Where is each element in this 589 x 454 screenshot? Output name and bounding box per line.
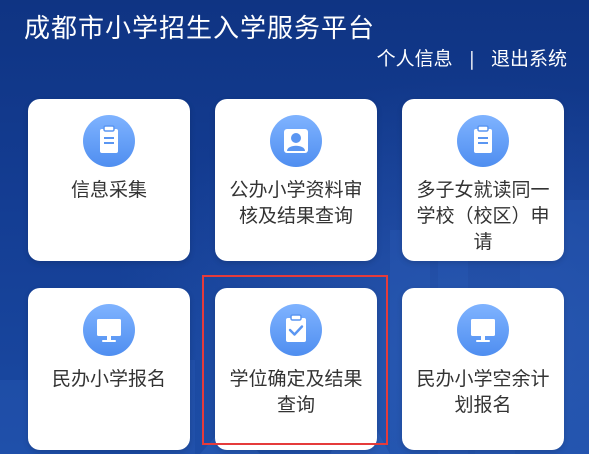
logout-link[interactable]: 退出系统 [491,46,567,72]
header-separator: | [468,48,475,70]
siblings-same-school-card[interactable]: 多子女就读同一学校（校区）申请 [402,99,564,261]
clipboard-icon [457,115,509,167]
clipboard-check-icon [270,304,322,356]
monitor-icon [457,304,509,356]
card-label: 多子女就读同一学校（校区）申请 [416,179,550,253]
monitor-icon [83,304,135,356]
card-label: 民办小学报名 [51,368,166,390]
card-label: 公办小学资料审核及结果查询 [229,179,363,227]
personal-info-link[interactable]: 个人信息 [377,46,453,72]
public-school-review-card[interactable]: 公办小学资料审核及结果查询 [215,99,377,261]
private-school-vacancy-registration-card[interactable]: 民办小学空余计划报名 [402,288,564,450]
degree-confirmation-card[interactable]: 学位确定及结果查询 [215,288,377,450]
card-label: 学位确定及结果查询 [229,368,363,416]
user-icon [270,115,322,167]
clipboard-icon [83,115,135,167]
card-label: 信息采集 [70,179,147,201]
private-school-registration-card[interactable]: 民办小学报名 [28,288,190,450]
page-title: 成都市小学招生入学服务平台 [24,14,376,44]
header-user-links: 个人信息 | 退出系统 [377,46,567,72]
card-label: 民办小学空余计划报名 [416,368,550,416]
info-collection-card[interactable]: 信息采集 [28,99,190,261]
